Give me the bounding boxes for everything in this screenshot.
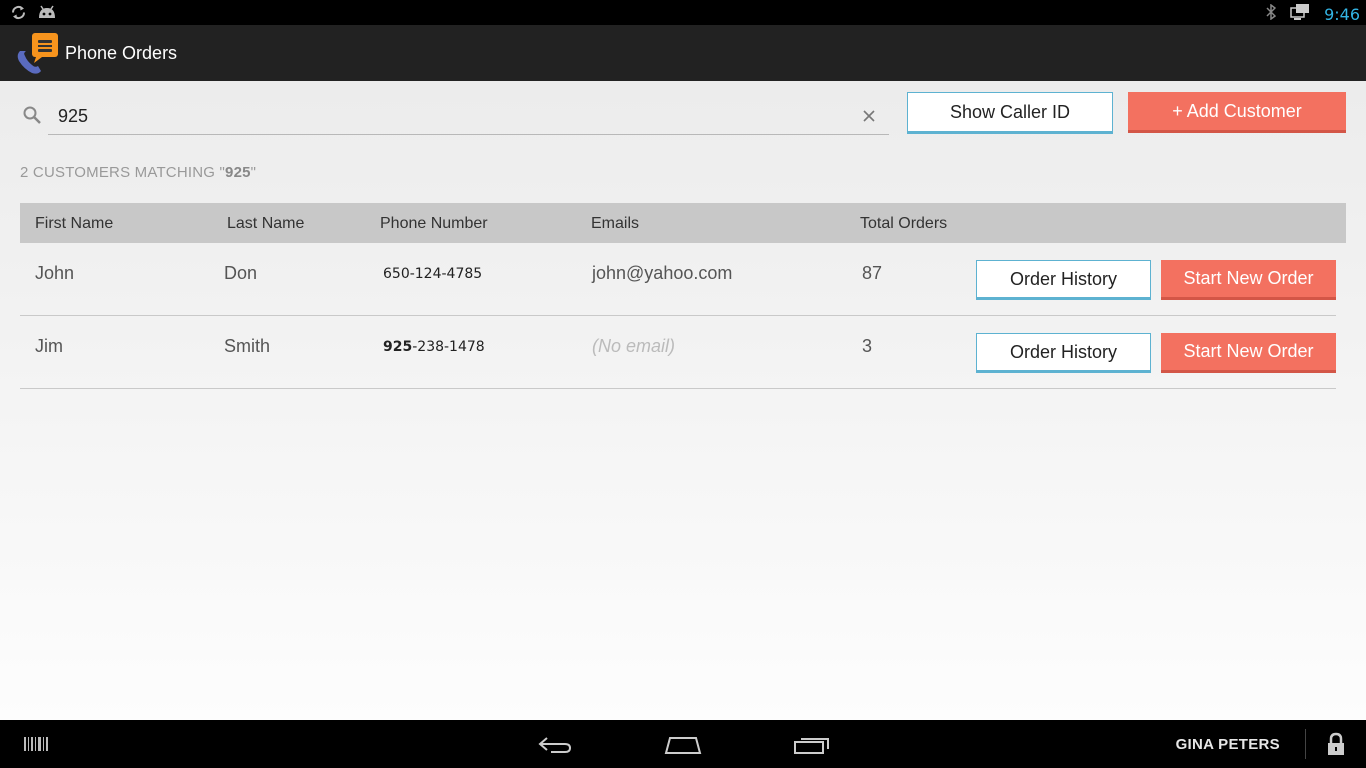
cell-last-name: Don: [224, 263, 258, 283]
action-bar: Phone Orders: [0, 25, 1366, 81]
cell-phone: 925-238-1478: [383, 339, 485, 355]
cell-total-orders: 87: [862, 263, 883, 283]
results-label-suffix: ": [250, 164, 257, 181]
order-history-button[interactable]: Order History: [976, 333, 1151, 373]
header-phone-number: Phone Number: [380, 215, 488, 232]
main-content: Show Caller ID + Add Customer 2 CUSTOMER…: [0, 81, 1366, 720]
table-row: Jim Smith 925-238-1478 (No email) 3 Orde…: [20, 316, 1336, 389]
bluetooth-icon: [1266, 3, 1277, 25]
search-icon: [22, 105, 42, 125]
navigation-bar: GINA PETERS: [0, 720, 1366, 768]
phone-match: 925: [383, 339, 413, 355]
add-customer-button[interactable]: + Add Customer: [1128, 92, 1346, 133]
search-input[interactable]: [48, 99, 848, 133]
search-field: [48, 99, 889, 135]
header-total-orders: Total Orders: [860, 215, 948, 232]
results-count-label: 2 CUSTOMERS MATCHING "925": [20, 164, 256, 181]
recent-apps-icon[interactable]: [793, 735, 831, 760]
show-caller-id-button[interactable]: Show Caller ID: [907, 92, 1113, 134]
cell-first-name: Jim: [35, 336, 63, 356]
results-label-prefix: CUSTOMERS MATCHING ": [32, 164, 226, 181]
cell-last-name: Smith: [224, 336, 271, 356]
phone-rest: 650-124-4785: [383, 266, 483, 282]
order-history-button[interactable]: Order History: [976, 260, 1151, 300]
barcode-icon[interactable]: [24, 737, 50, 756]
network-icon: [1290, 3, 1310, 26]
results-query: 925: [225, 164, 251, 181]
back-icon[interactable]: [537, 735, 573, 760]
clock: 9:46: [1324, 5, 1360, 24]
table-row: John Don 650-124-4785 john@yahoo.com 87 …: [20, 243, 1336, 316]
phone-orders-logo-icon[interactable]: [14, 31, 60, 75]
home-icon[interactable]: [664, 735, 702, 760]
phone-rest: -238-1478: [412, 339, 485, 355]
cell-total-orders: 3: [862, 336, 873, 356]
app-title: Phone Orders: [65, 43, 178, 63]
android-icon: [37, 4, 57, 26]
status-bar: 9:46: [0, 0, 1366, 25]
clear-search-icon[interactable]: [861, 108, 877, 124]
sync-icon: [10, 4, 27, 26]
lock-icon[interactable]: [1326, 732, 1346, 761]
user-name[interactable]: GINA PETERS: [1176, 736, 1280, 753]
header-first-name: First Name: [35, 215, 114, 232]
cell-phone: 650-124-4785: [383, 266, 482, 282]
table-header: First Name Last Name Phone Number Emails…: [20, 203, 1346, 243]
divider: [1305, 729, 1306, 759]
header-emails: Emails: [591, 215, 640, 232]
cell-email: john@yahoo.com: [592, 263, 733, 283]
header-last-name: Last Name: [227, 215, 305, 232]
cell-first-name: John: [35, 263, 75, 283]
start-new-order-button[interactable]: Start New Order: [1161, 333, 1336, 373]
cell-email-empty: (No email): [592, 336, 676, 356]
start-new-order-button[interactable]: Start New Order: [1161, 260, 1336, 300]
results-count: 2: [20, 164, 29, 181]
